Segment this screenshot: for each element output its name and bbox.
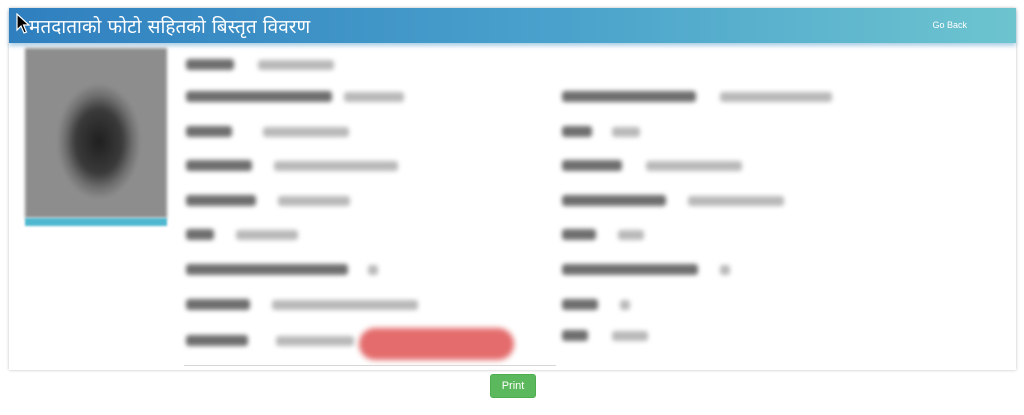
detail-value bbox=[236, 230, 298, 240]
detail-value bbox=[272, 300, 418, 310]
detail-label bbox=[562, 330, 588, 341]
detail-value bbox=[620, 300, 630, 310]
detail-label bbox=[562, 91, 696, 102]
detail-label bbox=[186, 160, 252, 171]
print-button[interactable]: Print bbox=[490, 374, 536, 398]
section-divider bbox=[184, 365, 556, 366]
detail-label bbox=[562, 264, 698, 275]
detail-value bbox=[368, 265, 378, 275]
voter-photo-image bbox=[25, 48, 167, 218]
detail-value bbox=[688, 196, 784, 206]
detail-value bbox=[720, 265, 730, 275]
go-back-link[interactable]: Go Back bbox=[932, 20, 967, 30]
mouse-pointer-icon bbox=[16, 13, 30, 34]
detail-value bbox=[278, 196, 350, 206]
detail-value bbox=[646, 161, 742, 171]
detail-value bbox=[618, 230, 644, 240]
detail-label bbox=[186, 229, 214, 240]
detail-label bbox=[186, 264, 348, 275]
detail-label bbox=[562, 160, 622, 171]
detail-value bbox=[612, 127, 640, 137]
detail-value bbox=[344, 92, 404, 102]
detail-label bbox=[186, 126, 232, 137]
detail-value bbox=[276, 336, 354, 346]
detail-label bbox=[186, 195, 256, 206]
detail-value bbox=[274, 161, 398, 171]
detail-value bbox=[720, 92, 832, 102]
detail-value bbox=[258, 60, 334, 70]
detail-label bbox=[562, 299, 598, 310]
detail-label bbox=[186, 335, 248, 346]
detail-label bbox=[562, 195, 666, 206]
detail-label bbox=[562, 229, 596, 240]
photo-caption-bar bbox=[25, 218, 167, 226]
detail-value bbox=[263, 127, 349, 137]
detail-label bbox=[186, 91, 332, 102]
detail-label bbox=[562, 126, 592, 137]
page-title: मतदाताको फोटो सहितको बिस्तृत विवरण bbox=[29, 16, 311, 38]
page-header: मतदाताको फोटो सहितको बिस्तृत विवरण Go Ba… bbox=[9, 8, 1016, 43]
detail-label bbox=[186, 59, 234, 70]
status-badge bbox=[359, 328, 514, 360]
voter-details-panel: मतदाताको फोटो सहितको बिस्तृत विवरण Go Ba… bbox=[9, 8, 1016, 370]
detail-value bbox=[612, 331, 648, 341]
voter-photo bbox=[25, 48, 167, 226]
detail-label bbox=[186, 299, 250, 310]
